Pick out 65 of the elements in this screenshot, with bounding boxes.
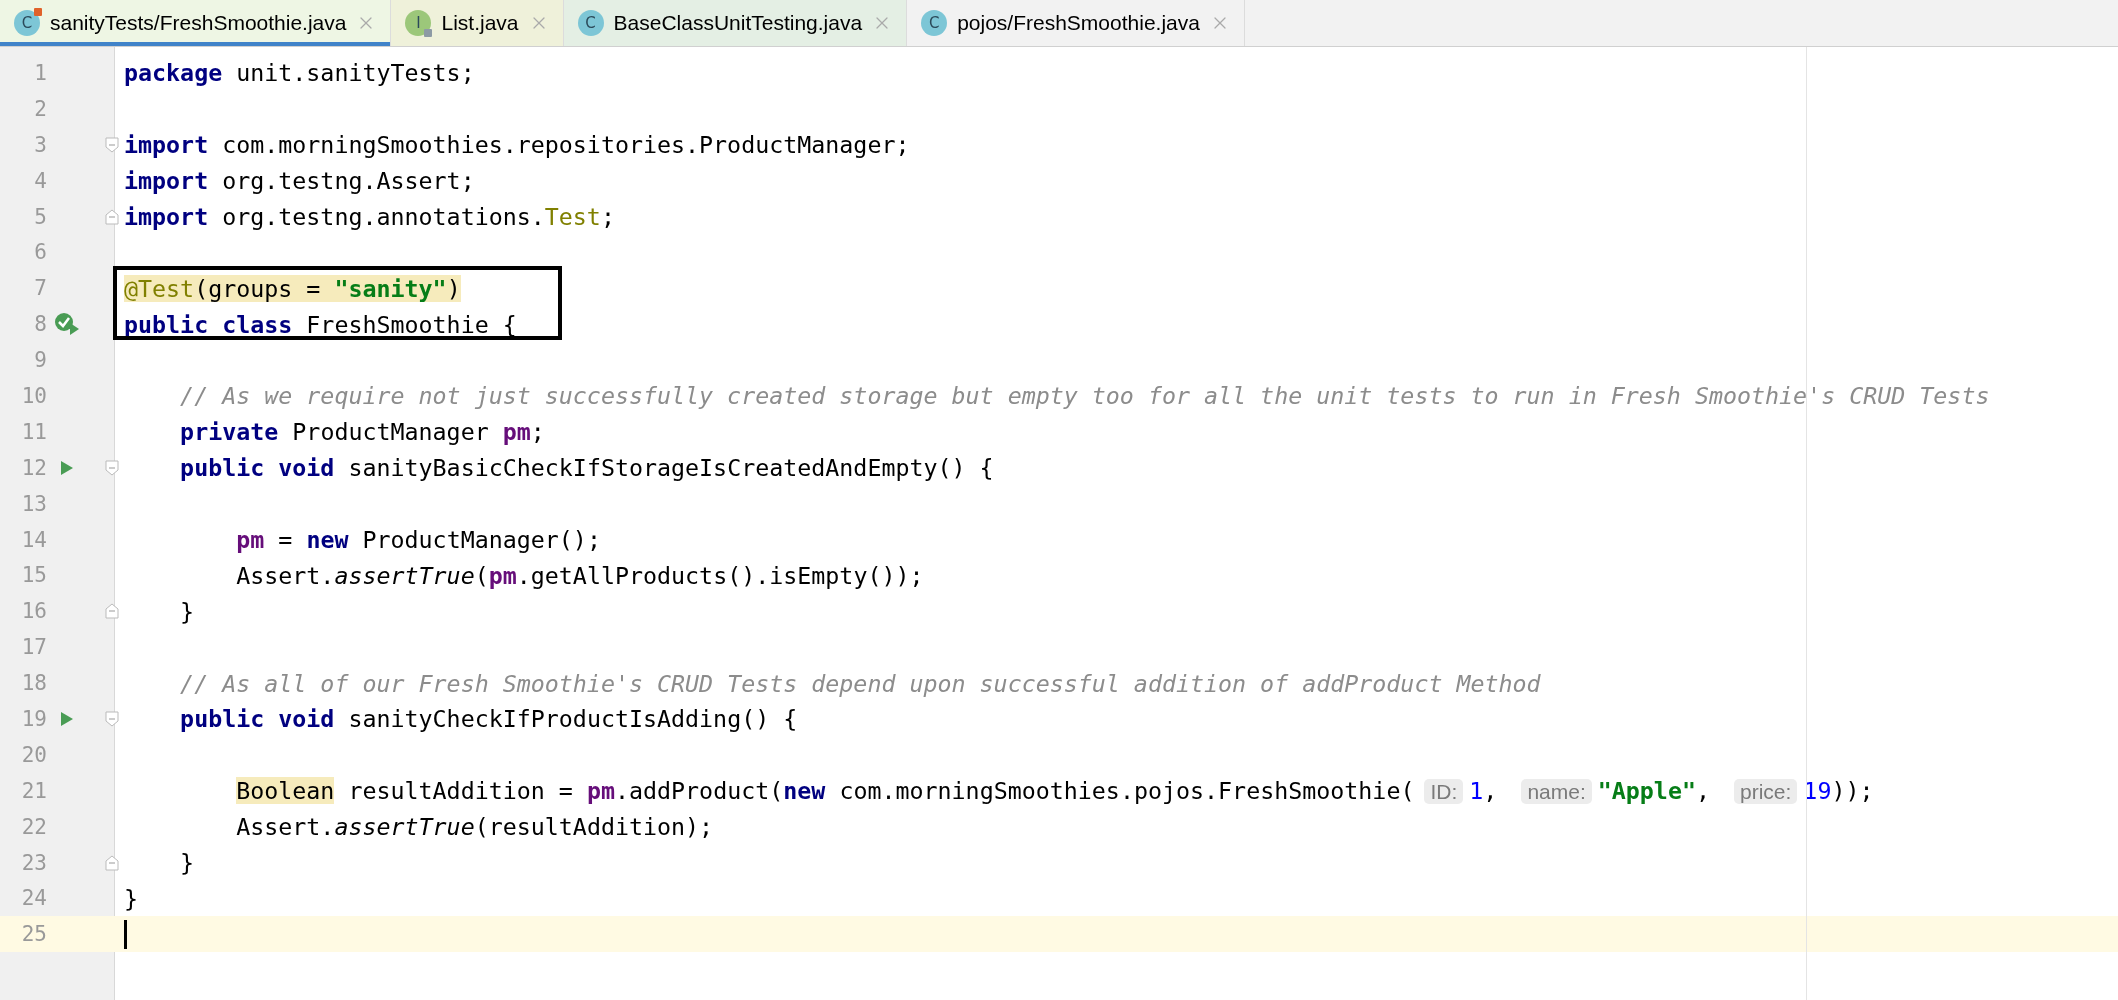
file-type-icon: C xyxy=(921,10,948,36)
line-number: 13 xyxy=(20,491,47,516)
code-line: // As all of our Fresh Smoothie's CRUD Tests depend upon successful addition of addProduct Method xyxy=(179,669,1541,697)
tab-label: List.java xyxy=(441,11,519,35)
file-type-icon: C xyxy=(14,10,40,36)
code-line: Assert.assertTrue(pm.getAllProducts().isEmpty()); xyxy=(235,561,924,589)
fold-icon[interactable] xyxy=(105,854,119,871)
code-line: import org.testng.annotations.Test; xyxy=(124,203,615,230)
line-number: 18 xyxy=(20,671,47,696)
line-number: 7 xyxy=(33,276,47,301)
line-number: 25 xyxy=(20,922,47,947)
code-line: public void sanityBasicCheckIfStorageIsCreatedAndEmpty() { xyxy=(179,454,994,482)
code-line: Assert.assertTrue(resultAddition); xyxy=(235,813,714,841)
parameter-hint: name: xyxy=(1521,779,1592,805)
code-line: private ProductManager pm; xyxy=(179,418,545,446)
run-passed-icon[interactable] xyxy=(54,312,80,337)
editor-tab[interactable]: I List.java xyxy=(391,0,564,46)
line-number: 2 xyxy=(33,96,47,121)
fold-icon[interactable] xyxy=(105,710,119,727)
fold-icon[interactable] xyxy=(105,603,119,620)
line-number: 6 xyxy=(33,240,47,265)
line-number: 22 xyxy=(20,814,47,839)
line-number: 20 xyxy=(20,742,47,767)
code-line: } xyxy=(179,597,195,625)
editor-tab[interactable]: C sanityTests/FreshSmoothie.java xyxy=(0,0,392,46)
code-line: package unit.sanityTests; xyxy=(124,59,475,87)
code-line: import com.morningSmoothies.repositories.ProductManager; xyxy=(124,131,910,159)
run-icon[interactable] xyxy=(60,459,74,476)
line-number: 16 xyxy=(20,599,47,624)
line-number: 3 xyxy=(33,132,47,157)
code-line: Boolean resultAddition = pm.addProduct(new com.morningSmoothies.pojos.FreshSmoothie( ID: 1, name: "Apple", price: 19)); xyxy=(235,777,1874,805)
file-type-icon: C xyxy=(577,10,604,36)
line-number: 19 xyxy=(20,706,47,731)
line-number: 9 xyxy=(33,348,47,373)
line-number: 12 xyxy=(20,455,47,480)
tab-label: pojos/FreshSmoothie.java xyxy=(957,11,1200,35)
line-number: 15 xyxy=(20,563,47,588)
code-line: // As we require not just successfully created storage but empty too for all the unit tests to run in Fresh Smoothie's CRUD Tests xyxy=(179,382,1990,410)
line-number: 4 xyxy=(33,168,47,193)
line-number: 24 xyxy=(20,886,47,911)
fold-icon[interactable] xyxy=(105,136,119,153)
line-number: 17 xyxy=(20,635,47,660)
line-number: 5 xyxy=(33,204,47,229)
editor-tab[interactable]: C BaseClassUnitTesting.java xyxy=(563,0,908,46)
line-number: 1 xyxy=(33,60,47,85)
code-line: import org.testng.Assert; xyxy=(124,167,475,195)
tab-label: sanityTests/FreshSmoothie.java xyxy=(50,11,347,35)
code-line: } xyxy=(124,884,139,912)
code-line: public void sanityCheckIfProductIsAdding() { xyxy=(179,705,798,733)
text-cursor xyxy=(124,919,127,949)
code-line: } xyxy=(179,849,195,877)
line-number: 11 xyxy=(20,419,47,444)
line-number: 10 xyxy=(20,383,47,408)
code-line: pm = new ProductManager(); xyxy=(235,526,601,553)
line-number: 21 xyxy=(20,778,47,803)
parameter-hint: price: xyxy=(1734,779,1798,805)
line-number: 8 xyxy=(33,312,47,337)
tab-label: BaseClassUnitTesting.java xyxy=(613,11,863,35)
line-number: 14 xyxy=(20,527,47,552)
file-type-icon: I xyxy=(405,10,432,36)
parameter-hint: ID: xyxy=(1424,779,1464,805)
fold-icon[interactable] xyxy=(105,208,119,225)
run-icon[interactable] xyxy=(60,710,74,727)
fold-icon[interactable] xyxy=(105,459,119,476)
line-number: 23 xyxy=(20,850,47,875)
